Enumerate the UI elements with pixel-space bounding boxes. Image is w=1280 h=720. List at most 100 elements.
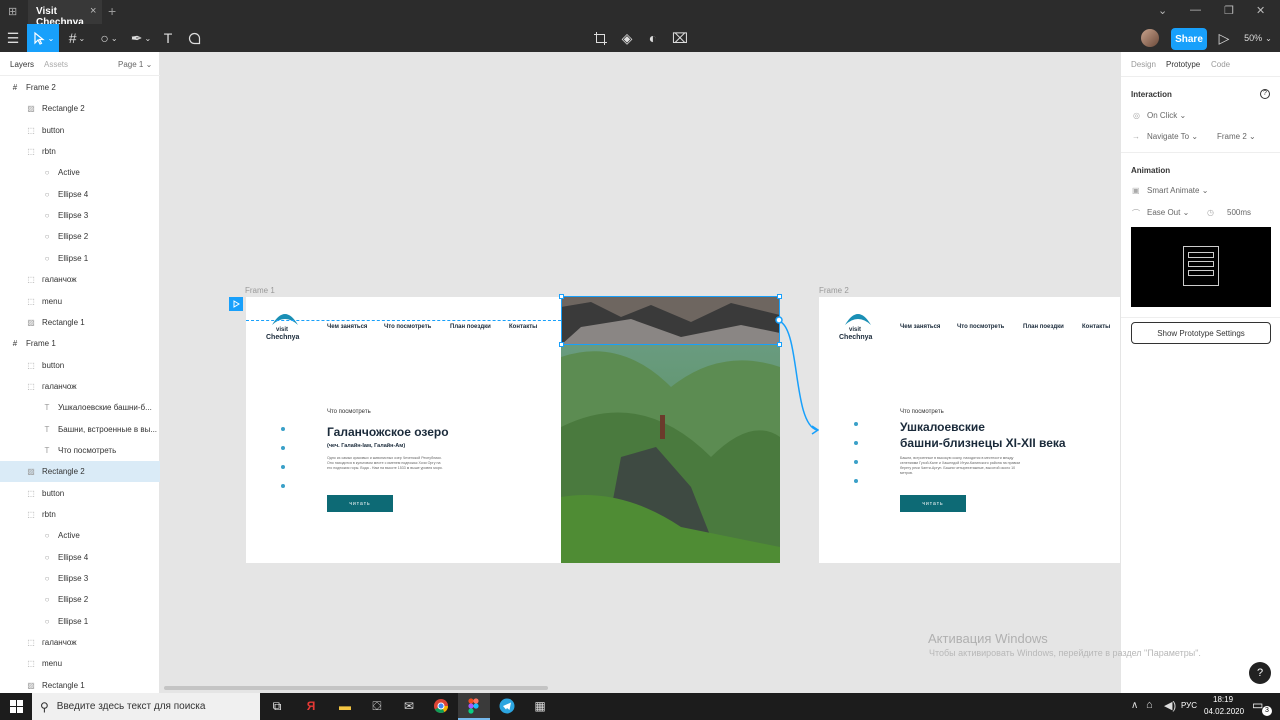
slider-dot-4[interactable] — [281, 484, 285, 488]
shape-tool-icon[interactable]: ○ ⌄ — [94, 24, 124, 52]
tab-design[interactable]: Design — [1131, 60, 1156, 69]
tab-code[interactable]: Code — [1211, 60, 1230, 69]
prototype-connector[interactable] — [775, 314, 825, 439]
nav-item-trip-plan[interactable]: План поездки — [1023, 324, 1064, 330]
slider-dot-2[interactable] — [281, 446, 285, 450]
slider-dot-1[interactable] — [854, 422, 858, 426]
nav-item-contacts[interactable]: Контакты — [509, 324, 537, 330]
layer-row[interactable]: ⬚ menu — [0, 291, 160, 312]
file-explorer-icon[interactable]: ▬ — [336, 697, 354, 715]
selection-handle[interactable] — [559, 342, 564, 347]
layer-row[interactable]: ○ Ellipse 4 — [0, 184, 160, 205]
figma-taskbar-button[interactable] — [458, 693, 490, 720]
taskbar-search-box[interactable]: ⚲ Введите здесь текст для поиска — [32, 693, 260, 720]
task-view-icon[interactable]: ⧉ — [268, 697, 286, 715]
layer-row[interactable]: ⬚ галанчож — [0, 376, 160, 397]
minimize-icon[interactable]: — — [1190, 4, 1201, 16]
easing-dropdown[interactable]: Ease Out ⌄ — [1147, 208, 1189, 217]
layer-row[interactable]: ▨ Rectangle 2 — [0, 98, 160, 119]
layer-row[interactable]: T Башни, встроенные в вы... — [0, 419, 160, 440]
layer-row[interactable]: ▨ Rectangle 1 — [0, 312, 160, 333]
layer-row[interactable]: ○ Ellipse 3 — [0, 205, 160, 226]
layer-row[interactable]: ⬚ галанчож — [0, 632, 160, 653]
share-button[interactable]: Share — [1171, 28, 1207, 50]
new-tab-icon[interactable]: + — [108, 3, 116, 19]
horizontal-scrollbar[interactable] — [164, 686, 548, 690]
layer-row[interactable]: ⬚ menu — [0, 653, 160, 674]
tab-assets[interactable]: Assets — [44, 60, 68, 69]
destination-dropdown[interactable]: Frame 2 ⌄ — [1217, 132, 1256, 141]
network-icon[interactable]: ⌂ — [1146, 699, 1153, 711]
mail-icon[interactable]: ✉ — [400, 697, 418, 715]
telegram-icon[interactable] — [498, 697, 516, 715]
layer-row[interactable]: ○ Ellipse 2 — [0, 226, 160, 247]
tab-layers[interactable]: Layers — [10, 60, 34, 69]
language-indicator[interactable]: РУС — [1181, 701, 1197, 710]
yandex-browser-icon[interactable]: Я — [302, 697, 320, 715]
trigger-dropdown[interactable]: On Click ⌄ — [1147, 111, 1186, 120]
nav-item-activities[interactable]: Чем заняться — [327, 324, 367, 330]
present-play-icon[interactable]: ▷ — [1214, 24, 1234, 52]
slider-dot-4[interactable] — [854, 479, 858, 483]
layer-row[interactable]: ○ Ellipse 4 — [0, 547, 160, 568]
page-dropdown[interactable]: Page 1 ⌄ — [118, 60, 152, 69]
pen-tool-icon[interactable]: ✒ ⌄ — [126, 24, 156, 52]
nav-item-trip-plan[interactable]: План поездки — [450, 324, 491, 330]
help-circle-icon[interactable]: ? — [1260, 89, 1270, 99]
text-tool-icon[interactable]: T — [158, 24, 178, 52]
nav-item-sights[interactable]: Что посмотреть — [957, 324, 1004, 330]
layer-row[interactable]: T Что посмотреть — [0, 440, 160, 461]
figma-menu-icon[interactable]: ⊞ — [8, 5, 18, 19]
frame-tool-icon[interactable]: # ⌄ — [62, 24, 92, 52]
layer-row[interactable]: ○ Ellipse 1 — [0, 611, 160, 632]
animation-type-dropdown[interactable]: Smart Animate ⌄ — [1147, 186, 1208, 195]
window-close-icon[interactable]: ✕ — [1256, 4, 1265, 17]
read-button[interactable]: читать — [900, 495, 966, 512]
boolean-icon[interactable]: ⌧ — [670, 24, 690, 52]
mask-icon[interactable]: ◐ — [643, 24, 663, 52]
layer-row[interactable]: ○ Active — [0, 525, 160, 546]
layer-row[interactable]: ⬚ button — [0, 483, 160, 504]
layer-row[interactable]: T Ушкалоевские башни-б... — [0, 397, 160, 418]
frame1-label[interactable]: Frame 1 — [245, 286, 275, 295]
slider-dot-3[interactable] — [281, 465, 285, 469]
user-avatar[interactable] — [1141, 29, 1159, 47]
volume-icon[interactable]: ◀) — [1164, 699, 1176, 712]
comment-tool-icon[interactable] — [184, 24, 204, 52]
frame2-label[interactable]: Frame 2 — [819, 286, 849, 295]
nav-item-sights[interactable]: Что посмотреть — [384, 324, 431, 330]
chevron-down-icon[interactable]: ⌄ — [1158, 4, 1167, 17]
layer-row[interactable]: ⬚ button — [0, 120, 160, 141]
chevron-up-icon[interactable]: ∧ — [1131, 700, 1138, 711]
clock-time[interactable]: 18:19 — [1213, 695, 1233, 704]
chrome-icon[interactable] — [432, 697, 450, 715]
slider-dot-1[interactable] — [281, 427, 285, 431]
nav-item-contacts[interactable]: Контакты — [1082, 324, 1110, 330]
move-tool-icon[interactable]: ⌄ — [27, 24, 59, 52]
read-button[interactable]: читать — [327, 495, 393, 512]
layer-row[interactable]: ○ Ellipse 1 — [0, 248, 160, 269]
store-icon[interactable]: ⛋ — [368, 697, 386, 715]
layer-row[interactable]: ⬚ галанчож — [0, 269, 160, 290]
layer-row[interactable]: ○ Ellipse 3 — [0, 568, 160, 589]
crop-icon[interactable] — [590, 24, 610, 52]
frame-2[interactable]: visit Chechnya Чем заняться Что посмотре… — [819, 297, 1120, 563]
design-canvas[interactable]: Frame 1 visit Chechnya Чем заняться Что … — [160, 52, 1120, 693]
layer-row[interactable]: ○ Ellipse 2 — [0, 589, 160, 610]
layer-row[interactable]: ⬚ rbtn — [0, 504, 160, 525]
layer-row[interactable]: # Frame 2 — [0, 77, 160, 98]
calculator-icon[interactable]: ▦ — [531, 697, 549, 715]
tab-prototype[interactable]: Prototype — [1166, 60, 1200, 69]
selection-handle[interactable] — [777, 294, 782, 299]
slider-dot-3[interactable] — [854, 460, 858, 464]
restore-icon[interactable]: ❐ — [1224, 4, 1234, 17]
show-prototype-settings-button[interactable]: Show Prototype Settings — [1131, 322, 1271, 344]
action-dropdown[interactable]: Navigate To ⌄ — [1147, 132, 1198, 141]
flow-start-icon[interactable] — [229, 297, 243, 311]
selection-handle[interactable] — [559, 294, 564, 299]
hamburger-menu-icon[interactable]: ☰ — [0, 24, 26, 52]
layer-row[interactable]: # Frame 1 — [0, 333, 160, 354]
help-button[interactable]: ? — [1249, 662, 1271, 684]
clock-date[interactable]: 04.02.2020 — [1204, 707, 1244, 716]
layer-row[interactable]: ⬚ button — [0, 355, 160, 376]
